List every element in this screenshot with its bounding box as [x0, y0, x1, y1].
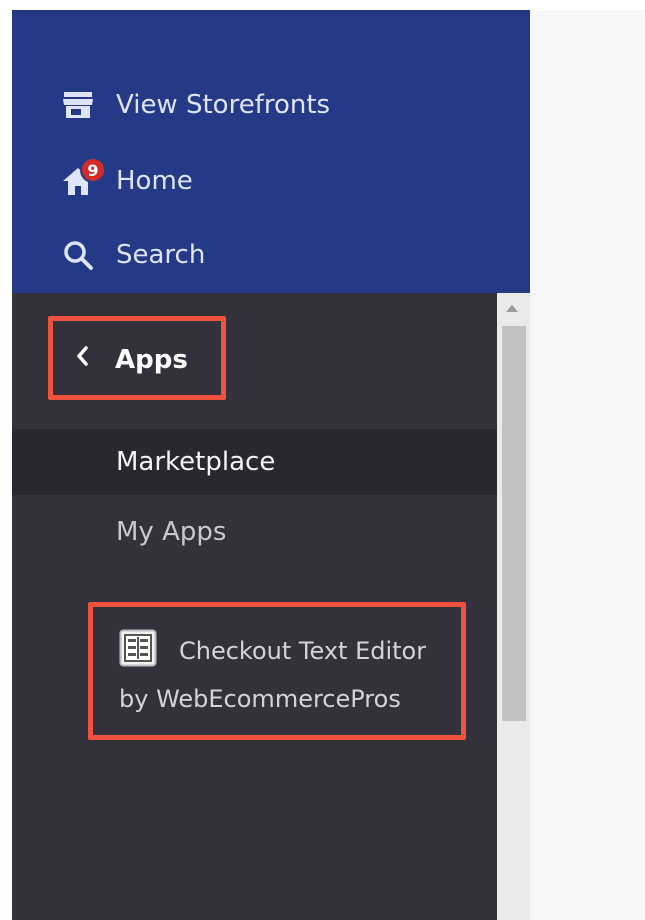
menu-item-label: Marketplace — [116, 447, 276, 477]
top-nav: View Storefronts 9 Home Search — [12, 10, 530, 293]
nav-view-storefronts[interactable]: View Storefronts — [12, 80, 530, 130]
nav-search-label: Search — [116, 240, 206, 270]
nav-view-storefronts-label: View Storefronts — [116, 90, 331, 120]
nav-home-label: Home — [116, 166, 193, 196]
menu-item-marketplace[interactable]: Marketplace — [12, 429, 497, 495]
app-vendor: by WebEcommercePros — [119, 685, 401, 713]
scrollbar-thumb[interactable] — [502, 326, 526, 721]
app-logo-icon — [119, 629, 157, 667]
storefront-icon — [60, 87, 96, 123]
main-content-area — [530, 10, 645, 920]
back-to-apps-button[interactable]: Apps — [48, 316, 226, 400]
nav-home[interactable]: 9 Home — [12, 156, 530, 206]
scroll-up-arrow-icon[interactable] — [506, 305, 518, 312]
menu-item-label: My Apps — [116, 517, 227, 547]
menu-item-my-apps[interactable]: My Apps — [12, 499, 497, 565]
notification-badge: 9 — [80, 157, 106, 183]
apps-heading: Apps — [115, 345, 188, 375]
chevron-left-icon — [73, 341, 91, 371]
nav-search[interactable]: Search — [12, 230, 530, 280]
installed-app-checkout-text-editor[interactable]: Checkout Text Editor by WebEcommercePros — [88, 602, 466, 740]
app-frame: View Storefronts 9 Home Search Apps Mark… — [0, 0, 645, 920]
search-icon — [60, 237, 96, 273]
home-icon: 9 — [60, 157, 106, 199]
app-name: Checkout Text Editor — [179, 637, 427, 665]
